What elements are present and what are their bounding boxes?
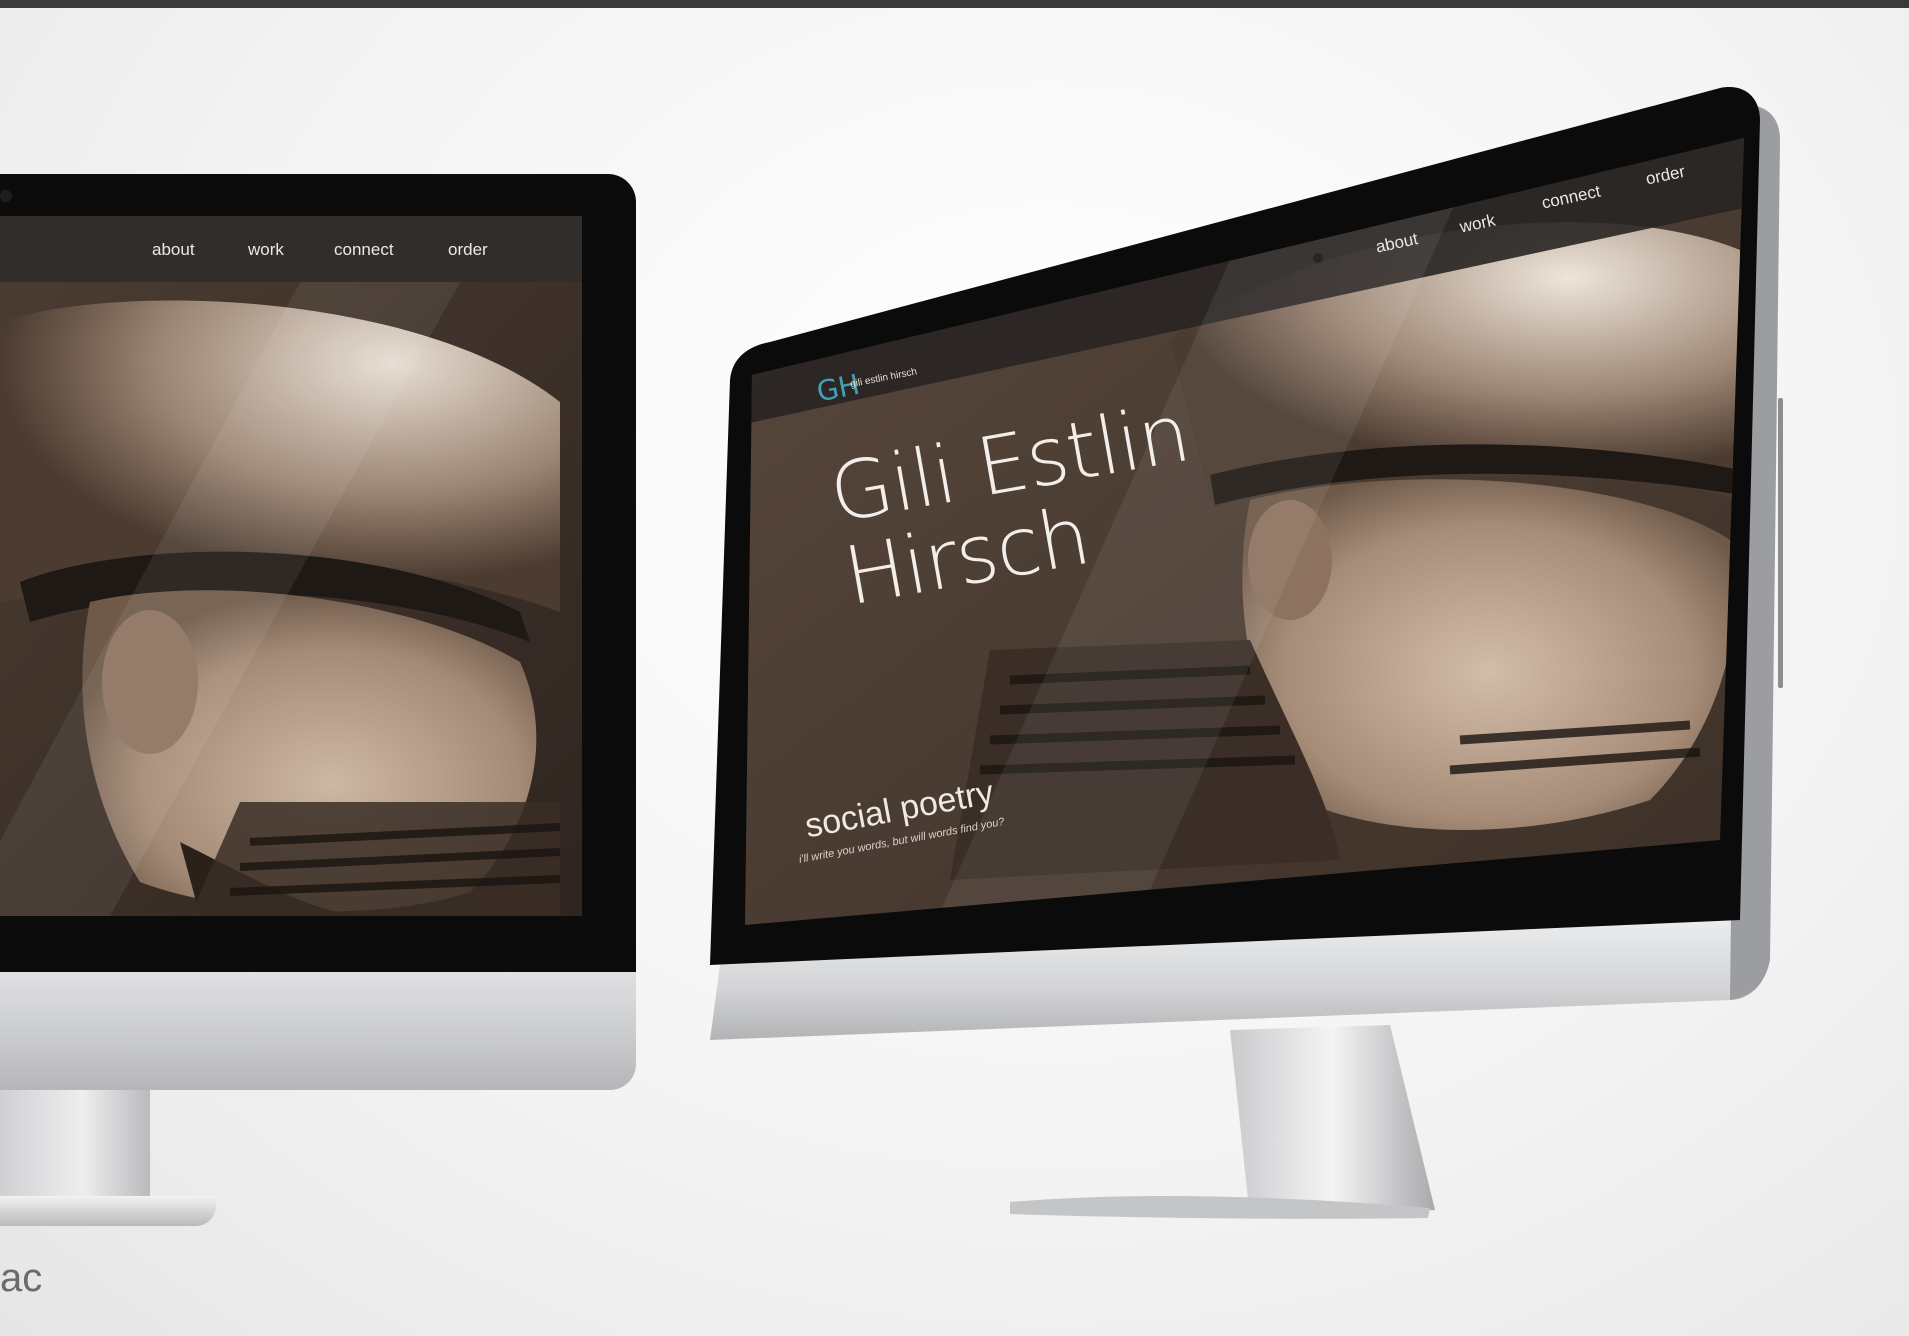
left-site-nav: about work connect order (0, 216, 582, 282)
camera-icon (0, 190, 12, 202)
nav-link-connect[interactable]: connect (334, 240, 394, 260)
left-monitor-stand (0, 1090, 150, 1200)
left-monitor-screen: about work connect order (0, 216, 582, 916)
left-monitor-stand-base (0, 1196, 216, 1226)
nav-link-order[interactable]: order (448, 240, 488, 260)
caption-text: ac (0, 1256, 43, 1300)
side-edge-highlight (1778, 398, 1783, 688)
nav-link-work[interactable]: work (248, 240, 284, 260)
left-monitor-bezel: about work connect order (0, 174, 636, 972)
right-monitor-body (710, 87, 1780, 1219)
nav-link-about[interactable]: about (152, 240, 195, 260)
left-monitor-chin (0, 972, 636, 1090)
right-monitor: GH gili estlin hirsch about work connect… (690, 80, 1830, 1220)
logo-text: gili estlin hirsch (849, 366, 918, 391)
portrait-photo (0, 282, 582, 916)
left-monitor: about work connect order ac (0, 0, 700, 1336)
